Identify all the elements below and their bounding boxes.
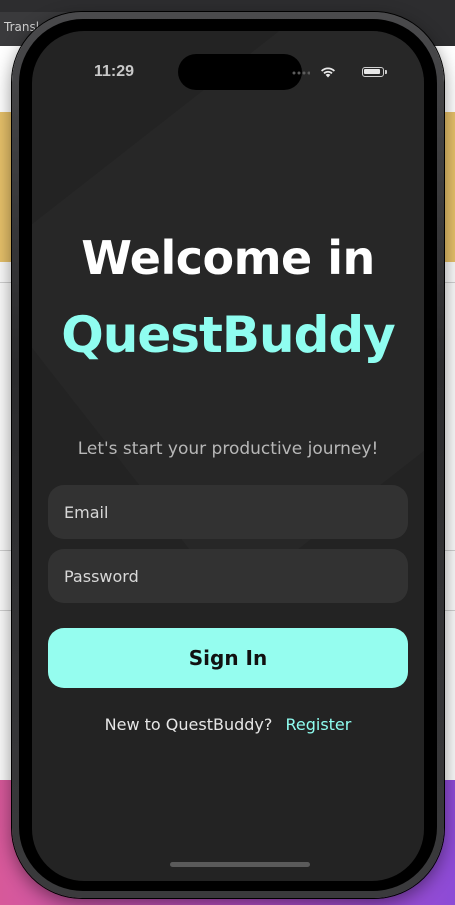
email-input[interactable]: [48, 485, 408, 539]
wifi-icon: [321, 67, 335, 78]
welcome-title: Welcome in: [81, 231, 375, 285]
battery-icon: [362, 67, 387, 77]
home-indicator[interactable]: [170, 862, 310, 867]
password-field[interactable]: [48, 549, 408, 603]
app-screen: 11:29 Welcome in QuestBuddy Let's start …: [32, 31, 424, 881]
register-link[interactable]: Register: [285, 715, 351, 734]
sign-in-button[interactable]: Sign In: [48, 628, 408, 688]
status-time: 11:29: [94, 63, 135, 80]
signal-icon: [292, 71, 310, 75]
register-row: New to QuestBuddy? Register: [32, 715, 424, 734]
register-prompt: New to QuestBuddy?: [104, 715, 273, 734]
phone-frame: 11:29 Welcome in QuestBuddy Let's start …: [12, 12, 444, 898]
email-field[interactable]: [48, 485, 408, 539]
subtitle: Let's start your productive journey!: [77, 439, 379, 459]
app-name-title: QuestBuddy: [61, 306, 396, 364]
status-icons: [284, 65, 387, 79]
password-input[interactable]: [48, 549, 408, 603]
